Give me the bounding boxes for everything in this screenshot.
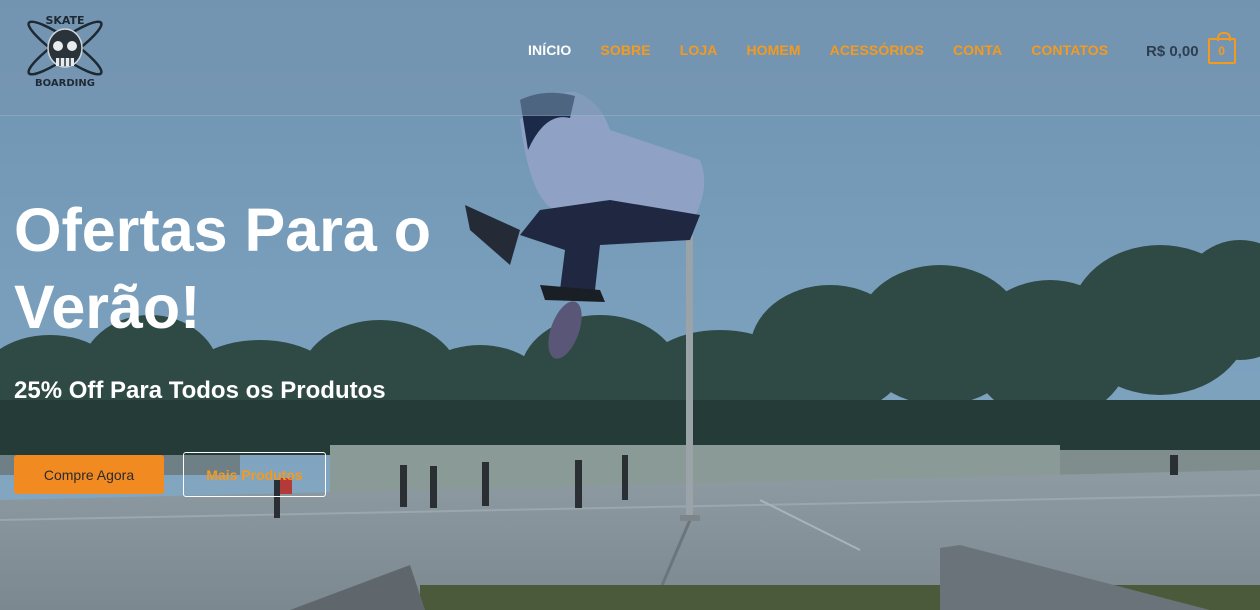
hero-section: SKATE BOARDING INÍCIO SOBRE LOJA HOMEM A… <box>0 0 1260 610</box>
more-products-button[interactable]: Mais Produtos <box>183 452 326 497</box>
nav-item-sobre[interactable]: SOBRE <box>600 42 650 58</box>
nav-item-contatos[interactable]: CONTATOS <box>1031 42 1108 58</box>
nav-item-loja[interactable]: LOJA <box>680 42 718 58</box>
hero-headline: Ofertas Para o Verão! <box>14 196 432 341</box>
main-navigation: INÍCIO SOBRE LOJA HOMEM ACESSÓRIOS CONTA… <box>528 42 1137 58</box>
cart-bag-icon[interactable]: 0 <box>1207 32 1236 64</box>
cart-widget[interactable]: R$ 0,00 0 <box>1146 32 1236 64</box>
cart-total[interactable]: R$ 0,00 <box>1146 43 1199 60</box>
cart-bag-handle <box>1216 32 1231 41</box>
logo-top-text: SKATE <box>45 14 84 27</box>
skateboarding-logo[interactable]: SKATE BOARDING <box>18 10 113 90</box>
nav-item-inicio[interactable]: INÍCIO <box>528 42 571 58</box>
hero-subheadline: 25% Off Para Todos os Produtos <box>14 377 386 404</box>
cart-count: 0 <box>1218 44 1225 58</box>
nav-item-conta[interactable]: CONTA <box>953 42 1002 58</box>
nav-item-homem[interactable]: HOMEM <box>746 42 800 58</box>
logo-bottom-text: BOARDING <box>35 78 95 89</box>
nav-item-acessorios[interactable]: ACESSÓRIOS <box>830 42 924 58</box>
shop-now-button[interactable]: Compre Agora <box>14 455 164 494</box>
site-header: SKATE BOARDING INÍCIO SOBRE LOJA HOMEM A… <box>0 0 1260 116</box>
